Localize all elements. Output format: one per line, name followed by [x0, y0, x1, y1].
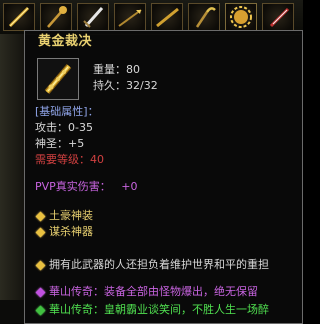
slot-blade-icon[interactable]: [262, 3, 294, 31]
background-scenery: [0, 34, 24, 324]
golden-weapon-icon: [37, 58, 79, 100]
durability-value: 32/32: [126, 79, 158, 92]
slot-sun-wheel-icon[interactable]: [225, 3, 257, 31]
green-gem-icon: [35, 305, 46, 316]
item-tooltip: 黄金裁决 重量：80 持久：32/32 [基础属性]： 攻击：0-35 神圣：+…: [24, 30, 303, 324]
slot-sword-icon[interactable]: [77, 3, 109, 31]
item-name: 黄金裁决: [38, 34, 93, 49]
slot-ornate-staff-icon[interactable]: [40, 3, 72, 31]
slot-golden-staff-icon[interactable]: [3, 3, 35, 31]
tag-tuhao: 土豪神装: [49, 209, 93, 222]
weight-row: 重量：80: [93, 63, 140, 76]
slot-golden-pole-icon[interactable]: [151, 3, 183, 31]
purple-gem-icon: [35, 287, 46, 298]
durability-row: 持久：32/32: [93, 79, 158, 92]
weight-label: 重量：: [93, 63, 126, 76]
broadcast-line-2: 華山传奇：皇朝霸业谈笑间，不胜人生一场醉: [49, 303, 269, 316]
slot-spear-icon[interactable]: [114, 3, 146, 31]
base-attributes-header: [基础属性]：: [35, 105, 99, 118]
required-level: 需要等级：40: [35, 153, 104, 166]
holy-stat: 神圣：+5: [35, 137, 85, 150]
pvp-damage-label: PVP真实伤害：: [35, 180, 111, 193]
slot-hook-staff-icon[interactable]: [188, 3, 220, 31]
item-lore: 拥有此武器的人还担负着维护世界和平的重担: [49, 258, 269, 271]
durability-label: 持久：: [93, 79, 126, 92]
gold-gem-icon: [35, 227, 46, 238]
pvp-damage-value: +0: [121, 180, 138, 193]
tag-moushashenqi: 谋杀神器: [49, 225, 93, 238]
attack-stat: 攻击：0-35: [35, 121, 93, 134]
game-screen: 黄金裁决 重量：80 持久：32/32 [基础属性]： 攻击：0-35 神圣：+…: [0, 0, 303, 324]
pvp-damage-row: PVP真实伤害： +0: [35, 180, 138, 193]
broadcast-line-1: 華山传奇：装备全部由怪物爆出，绝无保留: [49, 285, 258, 298]
gold-gem-icon: [35, 211, 46, 222]
gold-gem-icon: [35, 260, 46, 271]
weight-value: 80: [126, 63, 140, 76]
